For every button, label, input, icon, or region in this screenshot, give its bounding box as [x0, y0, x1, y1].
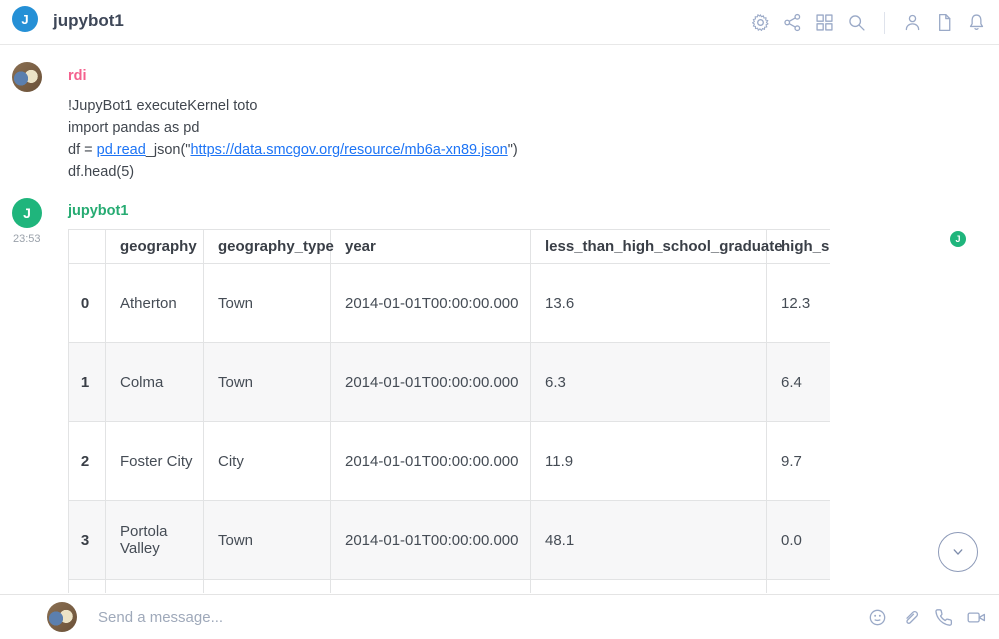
- seen-badge-letter: J: [955, 234, 960, 244]
- col-header-index: [69, 230, 106, 264]
- apps-grid-icon[interactable]: [814, 12, 835, 33]
- col-header-less-than-hs: less_than_high_school_graduate: [531, 230, 767, 264]
- message-line: import pandas as pd: [68, 117, 518, 139]
- message-line: df = pd.read_json("https://data.smcgov.o…: [68, 139, 518, 161]
- paperclip-icon[interactable]: [900, 607, 921, 628]
- table-row: 0 Atherton Town 2014-01-01T00:00:00.000 …: [69, 264, 831, 343]
- cell-geography: [106, 580, 204, 594]
- code-text: df =: [68, 142, 97, 158]
- cell-year: 2014-01-01T00:00:00.000: [331, 422, 531, 501]
- cell-index: 2: [69, 422, 106, 501]
- avatar-jupybot1[interactable]: J: [12, 198, 42, 228]
- cell-geography: Portola Valley: [106, 501, 204, 580]
- cell-high-school: 6.4: [767, 343, 831, 422]
- room-title: jupybot1: [53, 11, 124, 31]
- bot-avatar-letter: J: [23, 205, 31, 221]
- seen-by-badge: J: [950, 231, 966, 247]
- cell-geography: Foster City: [106, 422, 204, 501]
- room-avatar-letter: J: [21, 12, 28, 27]
- message-timestamp: 23:53: [13, 233, 41, 245]
- message-list: rdi !JupyBot1 executeKernel toto import …: [0, 46, 999, 594]
- code-text: _json(": [146, 142, 191, 158]
- phone-icon[interactable]: [933, 607, 954, 628]
- table-row: 2 Foster City City 2014-01-01T00:00:00.0…: [69, 422, 831, 501]
- message-input[interactable]: [98, 603, 838, 631]
- cell-year: 2014-01-01T00:00:00.000: [331, 343, 531, 422]
- message-body-rdi: !JupyBot1 executeKernel toto import pand…: [68, 95, 518, 183]
- code-text: "): [508, 142, 518, 158]
- cell-year: 2014-01-01T00:00:00.000: [331, 264, 531, 343]
- toolbar-divider: [884, 12, 885, 34]
- header-toolbar: [750, 0, 987, 45]
- cell-geography: Colma: [106, 343, 204, 422]
- username-rdi[interactable]: rdi: [68, 68, 87, 84]
- composer-avatar: [47, 602, 77, 632]
- message-composer: [0, 594, 999, 639]
- composer-toolbar: [867, 595, 987, 639]
- link-pd-read[interactable]: pd.read: [97, 142, 146, 158]
- cell-geography-type: Town: [204, 343, 331, 422]
- cell-geography: Atherton: [106, 264, 204, 343]
- cell-geography-type: Town: [204, 264, 331, 343]
- chevron-down-icon: [948, 542, 968, 562]
- room-header: J jupybot1: [0, 0, 999, 45]
- room-avatar: J: [12, 6, 38, 32]
- cell-geography-type: City: [204, 422, 331, 501]
- cell-less-than-hs: 11.9: [531, 422, 767, 501]
- avatar-rdi[interactable]: [12, 62, 42, 92]
- user-icon[interactable]: [902, 12, 923, 33]
- username-jupybot1[interactable]: jupybot1: [68, 203, 128, 219]
- table-row: 3 Portola Valley Town 2014-01-01T00:00:0…: [69, 501, 831, 580]
- settings-icon[interactable]: [750, 12, 771, 33]
- dataframe-table-container: geography geography_type year less_than_…: [68, 229, 830, 593]
- video-icon[interactable]: [966, 607, 987, 628]
- table-row-clipped: [69, 580, 831, 594]
- file-icon[interactable]: [934, 12, 955, 33]
- cell-less-than-hs: [531, 580, 767, 594]
- cell-year: [331, 580, 531, 594]
- share-icon[interactable]: [782, 12, 803, 33]
- message-line: df.head(5): [68, 161, 518, 183]
- cell-high-school: [767, 580, 831, 594]
- table-header-row: geography geography_type year less_than_…: [69, 230, 831, 264]
- col-header-geography: geography: [106, 230, 204, 264]
- cell-index: 0: [69, 264, 106, 343]
- cell-index: 1: [69, 343, 106, 422]
- search-icon[interactable]: [846, 12, 867, 33]
- chat-app-window: J jupybot1: [0, 0, 999, 639]
- cell-index: 3: [69, 501, 106, 580]
- cell-high-school: 12.3: [767, 264, 831, 343]
- bell-icon[interactable]: [966, 12, 987, 33]
- table-row: 1 Colma Town 2014-01-01T00:00:00.000 6.3…: [69, 343, 831, 422]
- cell-less-than-hs: 6.3: [531, 343, 767, 422]
- cell-less-than-hs: 13.6: [531, 264, 767, 343]
- message-line: !JupyBot1 executeKernel toto: [68, 95, 518, 117]
- cell-geography-type: [204, 580, 331, 594]
- cell-index: [69, 580, 106, 594]
- jump-to-bottom-button[interactable]: [938, 532, 978, 572]
- cell-year: 2014-01-01T00:00:00.000: [331, 501, 531, 580]
- cell-high-school: 0.0: [767, 501, 831, 580]
- emoji-icon[interactable]: [867, 607, 888, 628]
- dataframe-table: geography geography_type year less_than_…: [68, 229, 830, 593]
- col-header-year: year: [331, 230, 531, 264]
- link-data-url[interactable]: https://data.smcgov.org/resource/mb6a-xn…: [190, 142, 507, 158]
- cell-less-than-hs: 48.1: [531, 501, 767, 580]
- cell-geography-type: Town: [204, 501, 331, 580]
- col-header-geography-type: geography_type: [204, 230, 331, 264]
- cell-high-school: 9.7: [767, 422, 831, 501]
